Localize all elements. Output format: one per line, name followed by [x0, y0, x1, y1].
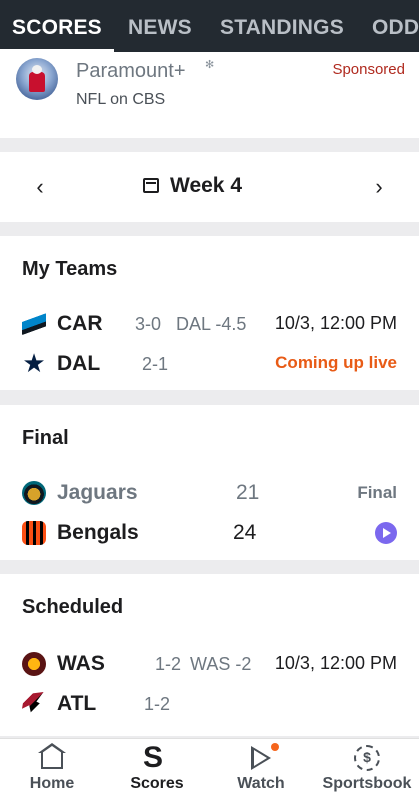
game-time: 10/3, 12:00 PM [274, 313, 397, 333]
section-heading: My Teams [22, 258, 118, 280]
betting-spread: DAL -4.5 [176, 314, 247, 334]
game-row[interactable]: ★ DAL 2-1 Coming up live [0, 346, 419, 382]
section-heading: Final [22, 427, 69, 449]
team-name: DAL [57, 352, 101, 375]
game-row[interactable]: Bengals 24 [0, 515, 419, 551]
game-time: 10/3, 12:00 PM [274, 653, 397, 673]
week-title[interactable]: Week 4 [170, 174, 242, 198]
nav-label: Home [29, 775, 75, 792]
sponsor-brand: Paramount+ [76, 60, 186, 82]
tab-standings[interactable]: STANDINGS [220, 0, 344, 52]
section-heading: Scheduled [22, 596, 124, 618]
top-tab-bar: SCORES NEWS STANDINGS ODD [0, 0, 419, 52]
watch-icon [251, 746, 271, 770]
previous-week-chevron-icon[interactable]: ‹ [28, 174, 52, 200]
next-week-chevron-icon[interactable]: › [367, 174, 391, 200]
sportsbook-icon: $ [354, 745, 380, 771]
tab-odds[interactable]: ODD [372, 0, 419, 52]
team-record: 1-2 [155, 654, 182, 674]
home-icon-body [41, 751, 63, 769]
scheduled-section: Scheduled WAS 1-2 WAS -2 10/3, 12:00 PM … [0, 574, 419, 736]
notification-dot-icon [271, 743, 279, 751]
scores-icon: S [143, 741, 164, 774]
my-teams-section: My Teams CAR 3-0 DAL -4.5 10/3, 12:00 PM… [0, 236, 419, 390]
nav-label: Sportsbook [322, 775, 412, 792]
nav-scores[interactable]: S Scores [124, 739, 190, 800]
sponsor-badge-icon: ✻ [205, 59, 215, 71]
tab-news[interactable]: NEWS [128, 0, 192, 52]
week-selector: ‹ Week 4 › [0, 152, 419, 222]
nav-sportsbook[interactable]: $ Sportsbook [318, 739, 416, 800]
play-highlights-icon[interactable] [375, 522, 397, 544]
jaguars-logo-icon [22, 481, 46, 505]
nav-home[interactable]: Home [20, 739, 84, 800]
nav-watch[interactable]: Watch [230, 739, 292, 800]
team-name: ATL [57, 692, 97, 715]
calendar-icon [143, 178, 159, 193]
game-row[interactable]: CAR 3-0 DAL -4.5 10/3, 12:00 PM [0, 306, 419, 342]
game-row[interactable]: Jaguars 21 Final [0, 475, 419, 511]
team-name: Jaguars [57, 481, 138, 504]
betting-spread: WAS -2 [190, 654, 252, 674]
sponsor-subtitle: NFL on CBS [76, 91, 166, 108]
final-section: Final Jaguars 21 Final Bengals 24 [0, 405, 419, 560]
coming-up-live-label: Coming up live [275, 353, 397, 372]
nav-label: Scores [130, 775, 184, 792]
nav-label: Watch [237, 775, 285, 792]
game-row[interactable]: WAS 1-2 WAS -2 10/3, 12:00 PM [0, 646, 419, 682]
team-record: 1-2 [144, 694, 171, 714]
tab-scores[interactable]: SCORES [0, 0, 114, 52]
team-name: WAS [57, 652, 105, 675]
cowboys-star-icon: ★ [22, 348, 46, 378]
paramount-logo-icon [16, 58, 58, 100]
team-name: Bengals [57, 521, 139, 544]
game-row[interactable]: ATL 1-2 [0, 686, 419, 722]
team-score: 21 [236, 481, 260, 504]
team-score: 24 [233, 521, 257, 544]
bengals-logo-icon [22, 521, 46, 545]
falcons-logo-icon [22, 692, 46, 716]
team-name: CAR [57, 312, 103, 335]
panthers-logo-icon [22, 312, 46, 336]
game-status: Final [357, 483, 397, 502]
bottom-navigation: Home S Scores Watch $ Sportsbook [0, 738, 419, 800]
sponsored-card[interactable]: Paramount+ ✻ NFL on CBS Sponsored [0, 52, 419, 138]
sponsored-label: Sponsored [332, 61, 405, 78]
team-record: 2-1 [142, 354, 169, 374]
commanders-logo-icon [22, 652, 46, 676]
team-record: 3-0 [135, 314, 162, 334]
